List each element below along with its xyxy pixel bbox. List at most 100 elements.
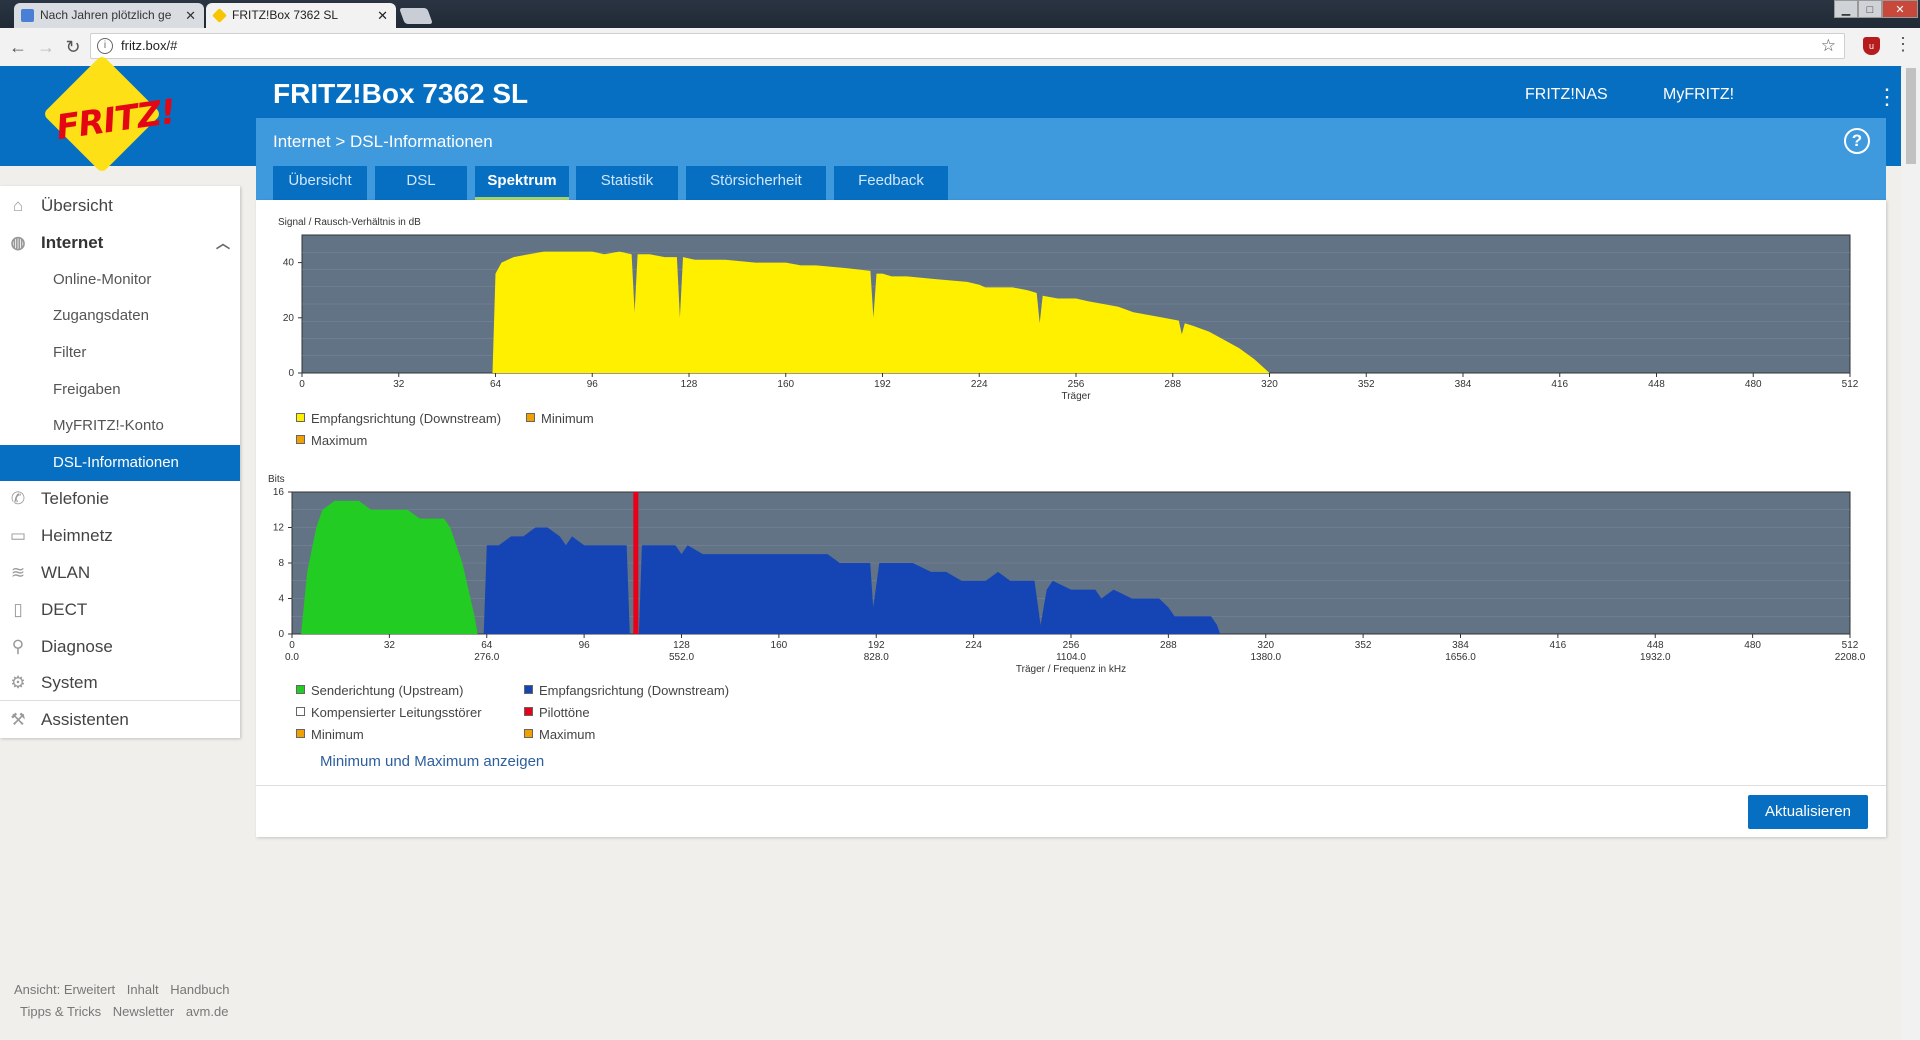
sidebar-sub-online-monitor[interactable]: Online-Monitor — [0, 262, 240, 298]
refresh-button[interactable]: Aktualisieren — [1748, 795, 1868, 829]
legend-downstream-snr[interactable]: Empfangsrichtung (Downstream) — [296, 411, 501, 426]
minimize-button[interactable]: ▁ — [1834, 0, 1858, 18]
help-icon[interactable]: ? — [1844, 128, 1870, 154]
legend-pilot[interactable]: Pilottöne — [524, 705, 590, 720]
x-tick-label: 512 — [1842, 379, 1859, 390]
x-tick-label: 128 — [681, 379, 698, 390]
legend-upstream[interactable]: Senderichtung (Upstream) — [296, 683, 463, 698]
address-bar[interactable]: i fritz.box/# ☆ — [90, 33, 1845, 59]
x-tick-label: 32 — [384, 640, 396, 651]
new-tab-button[interactable] — [399, 8, 433, 24]
sidebar-item-telefonie[interactable]: ✆ Telefonie — [0, 481, 240, 517]
url-text[interactable]: fritz.box/# — [121, 38, 177, 53]
footer-link-view[interactable]: Ansicht: Erweitert — [14, 982, 115, 997]
x-axis-label: Träger — [1061, 391, 1091, 402]
spectrum-panel: Signal / Rausch-Verhältnis in dB 0 32 64 96 1… — [256, 200, 1886, 837]
tab-close-icon[interactable]: ✕ — [185, 3, 196, 28]
legend-minimum[interactable]: Minimum — [296, 727, 364, 742]
fritznas-link[interactable]: FRITZ!NAS — [1525, 86, 1608, 104]
x-tick-label: 416 — [1550, 640, 1567, 651]
sidebar-item-diagnose[interactable]: ⚲ Diagnose — [0, 629, 240, 665]
y-tick-label: 4 — [278, 594, 284, 605]
x-tick-label: 192 — [874, 379, 891, 390]
legend-swatch — [296, 729, 305, 738]
x-tick-label: 96 — [587, 379, 599, 390]
sidebar-sub-myfritz-konto[interactable]: MyFRITZ!-Konto — [0, 408, 240, 444]
footer-link-tips[interactable]: Tipps & Tricks — [20, 1004, 101, 1019]
sidebar-sub-dsl-informationen[interactable]: DSL-Informationen — [0, 445, 240, 481]
tab-statistik[interactable]: Statistik — [576, 166, 678, 200]
back-icon[interactable]: ← — [8, 37, 28, 57]
browser-tab[interactable]: Nach Jahren plötzlich ge ✕ — [14, 3, 204, 28]
show-minmax-link[interactable]: Minimum und Maximum anzeigen — [320, 753, 544, 770]
sidebar-sub-zugangsdaten[interactable]: Zugangsdaten — [0, 298, 240, 334]
chart-title: Signal / Rausch-Verhältnis in dB — [278, 217, 421, 228]
tab-close-icon[interactable]: ✕ — [377, 3, 388, 28]
more-menu-icon[interactable]: ⋮ — [1876, 84, 1898, 110]
sidebar-item-label: Telefonie — [41, 489, 110, 508]
tab-dsl[interactable]: DSL — [375, 166, 467, 200]
x-tick-label: 128 — [673, 640, 690, 651]
sidebar-item-assistenten[interactable]: ⚒ Assistenten — [0, 702, 240, 738]
sidebar-sub-filter[interactable]: Filter — [0, 335, 240, 371]
ublock-extension-icon[interactable]: u — [1863, 37, 1880, 55]
browser-toolbar: ← → ↻ i fritz.box/# ☆ u ⋮ — [0, 28, 1920, 67]
legend-swatch — [524, 729, 533, 738]
sidebar-item-label: DECT — [41, 600, 88, 619]
reload-icon[interactable]: ↻ — [63, 37, 83, 57]
home-icon: ⌂ — [12, 196, 24, 215]
footer-link-manual[interactable]: Handbuch — [170, 982, 229, 997]
sidebar-item-uebersicht[interactable]: ⌂ Übersicht — [0, 188, 240, 224]
maximize-button[interactable]: □ — [1858, 0, 1882, 18]
sidebar-item-system[interactable]: ⚙ System — [0, 665, 240, 701]
legend-downstream-bits[interactable]: Empfangsrichtung (Downstream) — [524, 683, 729, 698]
sidebar-sub-label: Online-Monitor — [53, 271, 152, 288]
legend-compensated[interactable]: Kompensierter Leitungsstörer — [296, 705, 482, 720]
footer-link-avm[interactable]: avm.de — [186, 1004, 229, 1019]
myfritz-link[interactable]: MyFRITZ! — [1663, 86, 1734, 104]
sidebar-item-label: System — [41, 673, 98, 692]
legend-maximum[interactable]: Maximum — [296, 433, 367, 448]
legend-label: Kompensierter Leitungsstörer — [311, 705, 482, 720]
sidebar-item-internet[interactable]: ◍ Internet ︿ — [0, 225, 240, 261]
tab-spektrum[interactable]: Spektrum — [475, 166, 569, 200]
scrollbar-thumb[interactable] — [1906, 68, 1916, 164]
legend-swatch — [296, 707, 305, 716]
sidebar-item-label: Internet — [41, 233, 104, 252]
browser-tab-active[interactable]: FRITZ!Box 7362 SL ✕ — [206, 3, 396, 28]
x-tick-label: 448 — [1648, 379, 1665, 390]
bookmark-star-icon[interactable]: ☆ — [1821, 36, 1836, 56]
sidebar-sub-freigaben[interactable]: Freigaben — [0, 372, 240, 408]
tab-feedback[interactable]: Feedback — [834, 166, 948, 200]
legend-minimum[interactable]: Minimum — [526, 411, 594, 426]
x-tick-label: 384 — [1455, 379, 1472, 390]
x-tick-label: 480 — [1744, 640, 1761, 651]
sidebar-item-label: WLAN — [41, 563, 91, 582]
y-tick-label: 0 — [288, 368, 294, 379]
page-scrollbar[interactable] — [1902, 66, 1920, 1040]
info-icon[interactable]: i — [97, 38, 113, 54]
footer-link-contents[interactable]: Inhalt — [127, 982, 159, 997]
tab-stoersicherheit[interactable]: Störsicherheit — [686, 166, 826, 200]
forward-icon[interactable]: → — [36, 37, 56, 57]
y-tick-label: 8 — [278, 558, 284, 569]
footer-link-newsletter[interactable]: Newsletter — [113, 1004, 174, 1019]
legend-label: Maximum — [311, 433, 368, 448]
browser-menu-icon[interactable]: ⋮ — [1894, 34, 1912, 55]
legend-maximum[interactable]: Maximum — [524, 727, 595, 742]
sidebar-item-heimnetz[interactable]: ▭ Heimnetz — [0, 518, 240, 554]
sidebar-item-wlan[interactable]: ≋ WLAN — [0, 555, 240, 591]
x-tick-label: 64 — [490, 379, 502, 390]
x-tick-label: 160 — [777, 379, 794, 390]
sidebar-divider — [0, 700, 240, 701]
freq-tick-label: 1104.0 — [1056, 652, 1086, 663]
tab-uebersicht[interactable]: Übersicht — [273, 166, 367, 200]
fritz-logo[interactable]: FRITZ! — [0, 54, 240, 174]
sidebar-item-label: Assistenten — [41, 710, 129, 729]
wifi-icon: ≋ — [10, 563, 26, 582]
footer: Ansicht: Erweitert Inhalt Handbuch Tipps… — [14, 982, 238, 1019]
close-window-button[interactable]: ✕ — [1882, 0, 1918, 18]
chevron-up-icon[interactable]: ︿ — [216, 225, 230, 261]
y-tick-label: 40 — [283, 258, 295, 269]
sidebar-item-dect[interactable]: ▯ DECT — [0, 592, 240, 628]
